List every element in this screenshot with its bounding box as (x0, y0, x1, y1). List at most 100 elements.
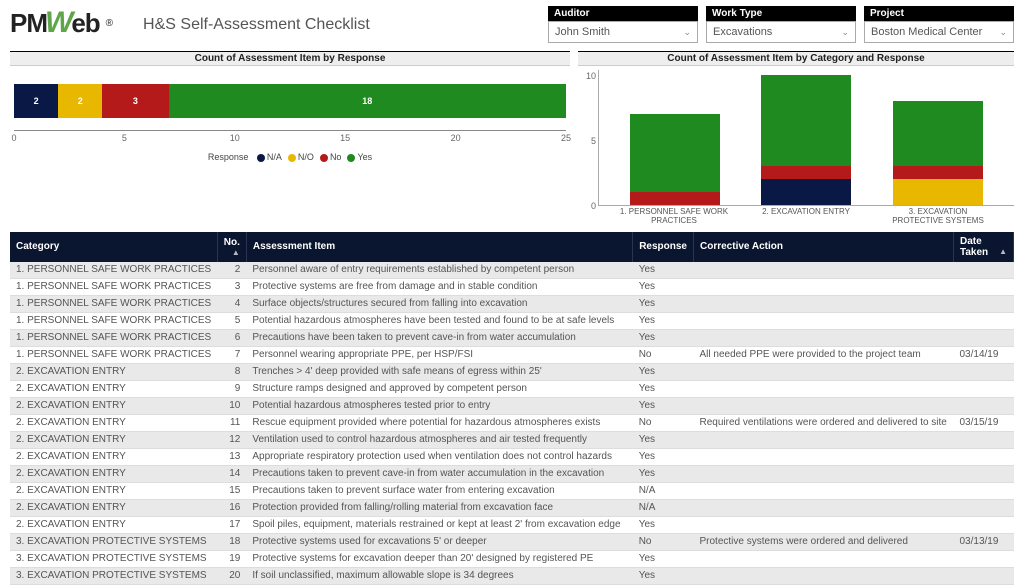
chart2-segment (630, 114, 720, 192)
cell-corr (694, 363, 954, 380)
th-response[interactable]: Response (633, 232, 694, 262)
filter-auditor-value: John Smith (555, 26, 610, 38)
cell-item: Potential hazardous atmospheres tested p… (246, 397, 632, 414)
chart2-yaxis: 0510 (578, 66, 598, 206)
filter-auditor-select[interactable]: John Smith ⌄ (548, 21, 698, 43)
filter-worktype: Work Type Excavations ⌄ (706, 6, 856, 43)
cell-no: 19 (217, 550, 246, 567)
cell-date (954, 278, 1014, 295)
cell-no: 18 (217, 533, 246, 550)
chart1-tick: 25 (561, 133, 571, 143)
cell-date: 03/14/19 (954, 346, 1014, 363)
cell-no: 17 (217, 516, 246, 533)
cell-item: Protection provided from falling/rolling… (246, 499, 632, 516)
chart2-segment (893, 101, 983, 166)
table-row[interactable]: 2. EXCAVATION ENTRY14Precautions taken t… (10, 465, 1014, 482)
sort-icon: ▲ (999, 247, 1007, 256)
table-row[interactable]: 2. EXCAVATION ENTRY13Appropriate respira… (10, 448, 1014, 465)
cell-no: 8 (217, 363, 246, 380)
filter-project-value: Boston Medical Center (871, 26, 982, 38)
th-corrective[interactable]: Corrective Action (694, 232, 954, 262)
cell-resp: Yes (633, 329, 694, 346)
cell-resp: Yes (633, 465, 694, 482)
cell-corr: All needed PPE were provided to the proj… (694, 346, 954, 363)
table-row[interactable]: 1. PERSONNEL SAFE WORK PRACTICES4Surface… (10, 295, 1014, 312)
cell-date (954, 482, 1014, 499)
filter-auditor: Auditor John Smith ⌄ (548, 6, 698, 43)
cell-no: 4 (217, 295, 246, 312)
chart1-title: Count of Assessment Item by Response (10, 52, 570, 66)
cell-corr (694, 312, 954, 329)
cell-no: 9 (217, 380, 246, 397)
th-no[interactable]: No.▲ (217, 232, 246, 262)
cell-item: Potential hazardous atmospheres have bee… (246, 312, 632, 329)
table-row[interactable]: 2. EXCAVATION ENTRY8Trenches > 4' deep p… (10, 363, 1014, 380)
header: PM W eb ® H&S Self-Assessment Checklist … (0, 0, 1024, 47)
th-date[interactable]: Date Taken▲ (954, 232, 1014, 262)
table-row[interactable]: 1. PERSONNEL SAFE WORK PRACTICES3Protect… (10, 278, 1014, 295)
cell-cat: 2. EXCAVATION ENTRY (10, 516, 217, 533)
cell-corr (694, 499, 954, 516)
table-row[interactable]: 2. EXCAVATION ENTRY17Spoil piles, equipm… (10, 516, 1014, 533)
table-row[interactable]: 1. PERSONNEL SAFE WORK PRACTICES2Personn… (10, 262, 1014, 279)
cell-no: 6 (217, 329, 246, 346)
chart1-segment-yes: 18 (169, 84, 566, 118)
cell-no: 11 (217, 414, 246, 431)
filter-worktype-value: Excavations (713, 26, 772, 38)
filter-worktype-select[interactable]: Excavations ⌄ (706, 21, 856, 43)
chart2-xlabel: 1. PERSONNEL SAFE WORK PRACTICES (619, 208, 729, 226)
th-item[interactable]: Assessment Item (246, 232, 632, 262)
table-row[interactable]: 2. EXCAVATION ENTRY11Rescue equipment pr… (10, 414, 1014, 431)
table-row[interactable]: 2. EXCAVATION ENTRY16Protection provided… (10, 499, 1014, 516)
legend-swatch (347, 154, 355, 162)
chart-response-count: Count of Assessment Item by Response 223… (10, 51, 570, 226)
cell-resp: Yes (633, 262, 694, 279)
chevron-down-icon: ⌄ (683, 27, 691, 38)
cell-item: Spoil piles, equipment, materials restra… (246, 516, 632, 533)
table-row[interactable]: 3. EXCAVATION PROTECTIVE SYSTEMS20If soi… (10, 567, 1014, 584)
cell-resp: No (633, 414, 694, 431)
chart2-segment (761, 166, 851, 179)
cell-item: Trenches > 4' deep provided with safe me… (246, 363, 632, 380)
cell-resp: Yes (633, 295, 694, 312)
th-category[interactable]: Category (10, 232, 217, 262)
filter-project: Project Boston Medical Center ⌄ (864, 6, 1014, 43)
cell-no: 2 (217, 262, 246, 279)
cell-date (954, 448, 1014, 465)
legend-label: Yes (357, 152, 372, 162)
cell-item: Rescue equipment provided where potentia… (246, 414, 632, 431)
table-row[interactable]: 2. EXCAVATION ENTRY10Potential hazardous… (10, 397, 1014, 414)
cell-no: 15 (217, 482, 246, 499)
chart2-xlabel: 2. EXCAVATION ENTRY (751, 208, 861, 226)
filter-project-select[interactable]: Boston Medical Center ⌄ (864, 21, 1014, 43)
cell-corr (694, 278, 954, 295)
chart2-segment (893, 179, 983, 205)
cell-cat: 3. EXCAVATION PROTECTIVE SYSTEMS (10, 533, 217, 550)
table-row[interactable]: 3. EXCAVATION PROTECTIVE SYSTEMS19Protec… (10, 550, 1014, 567)
legend-title: Response (208, 152, 249, 162)
table-row[interactable]: 1. PERSONNEL SAFE WORK PRACTICES5Potenti… (10, 312, 1014, 329)
table-row[interactable]: 2. EXCAVATION ENTRY15Precautions taken t… (10, 482, 1014, 499)
table-row[interactable]: 2. EXCAVATION ENTRY9Structure ramps desi… (10, 380, 1014, 397)
cell-corr: Protective systems were ordered and deli… (694, 533, 954, 550)
cell-item: Structure ramps designed and approved by… (246, 380, 632, 397)
table-row[interactable]: 1. PERSONNEL SAFE WORK PRACTICES7Personn… (10, 346, 1014, 363)
table-row[interactable]: 2. EXCAVATION ENTRY12Ventilation used to… (10, 431, 1014, 448)
chart1-tick: 5 (122, 133, 127, 143)
cell-date (954, 363, 1014, 380)
chart2-bar (893, 101, 983, 205)
chart2-bar (630, 114, 720, 205)
chart2-segment (761, 179, 851, 205)
chart2-title: Count of Assessment Item by Category and… (578, 52, 1014, 66)
cell-date (954, 465, 1014, 482)
chart2-xlabels: 1. PERSONNEL SAFE WORK PRACTICES 2. EXCAV… (578, 206, 1014, 226)
chart2-ytick: 5 (591, 136, 596, 146)
filter-auditor-label: Auditor (548, 6, 698, 21)
cell-date (954, 431, 1014, 448)
cell-cat: 2. EXCAVATION ENTRY (10, 499, 217, 516)
table-row[interactable]: 1. PERSONNEL SAFE WORK PRACTICES6Precaut… (10, 329, 1014, 346)
table-row[interactable]: 3. EXCAVATION PROTECTIVE SYSTEMS18 Protec… (10, 533, 1014, 550)
cell-cat: 2. EXCAVATION ENTRY (10, 482, 217, 499)
chart2-segment (893, 166, 983, 179)
cell-cat: 2. EXCAVATION ENTRY (10, 465, 217, 482)
